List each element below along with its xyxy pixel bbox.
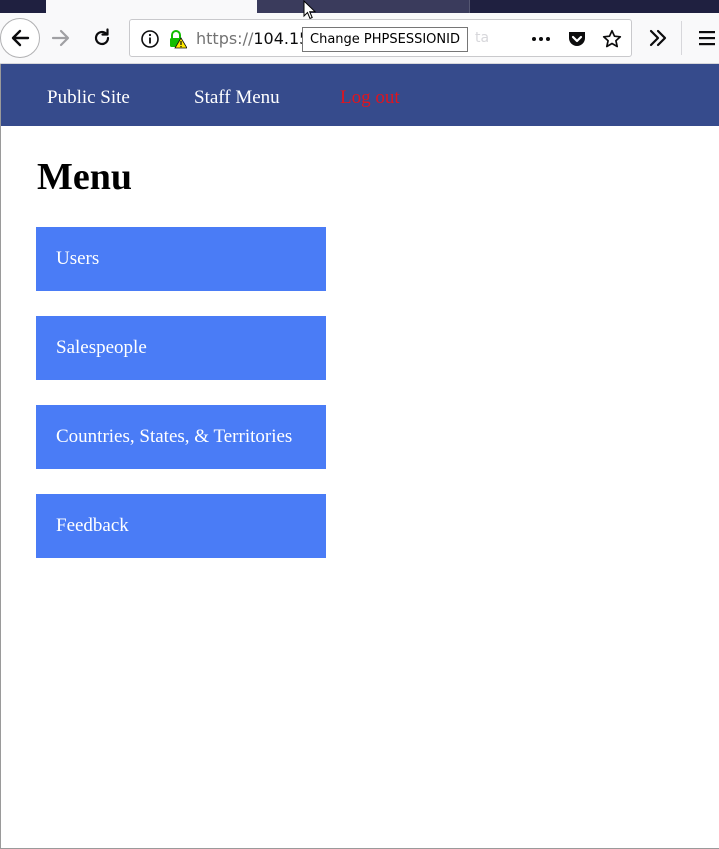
browser-tab[interactable] [257, 0, 469, 13]
nav-link-log-out[interactable]: Log out [340, 87, 400, 109]
tab-strip [0, 0, 719, 13]
menu-button-feedback[interactable]: Feedback [36, 494, 326, 558]
reload-button[interactable] [89, 25, 115, 51]
tooltip: Change PHPSESSIONID [302, 27, 468, 52]
tab-separator [469, 0, 470, 13]
forward-arrow-icon [51, 29, 70, 47]
info-icon[interactable] [140, 29, 160, 49]
browser-tab-active[interactable] [46, 0, 257, 13]
hamburger-menu-icon[interactable] [695, 26, 719, 50]
mouse-cursor-icon [303, 0, 316, 20]
url-text-faded: ta [475, 30, 490, 46]
forward-button[interactable] [48, 25, 74, 51]
page-actions-button[interactable] [531, 29, 551, 49]
menu-button-users[interactable]: Users [36, 227, 326, 291]
site-navbar: Public Site Staff Menu Log out [1, 64, 719, 126]
back-button[interactable] [0, 18, 40, 58]
nav-link-staff-menu[interactable]: Staff Menu [194, 87, 280, 109]
reload-icon [94, 28, 110, 46]
url-text: https://104.15 [196, 29, 310, 48]
pocket-icon[interactable] [567, 29, 587, 49]
ellipsis-icon [532, 37, 550, 41]
star-icon[interactable] [602, 29, 622, 49]
toolbar-separator [681, 21, 682, 55]
menu-button-salespeople[interactable]: Salespeople [36, 316, 326, 380]
lock-warning-icon[interactable] [167, 29, 187, 49]
page-title: Menu [37, 156, 132, 198]
menu-button-countries-states-territories[interactable]: Countries, States, & Territories [36, 405, 326, 469]
nav-link-public-site[interactable]: Public Site [47, 87, 130, 109]
back-arrow-icon [11, 29, 30, 47]
chevron-double-right-icon[interactable] [646, 26, 670, 50]
